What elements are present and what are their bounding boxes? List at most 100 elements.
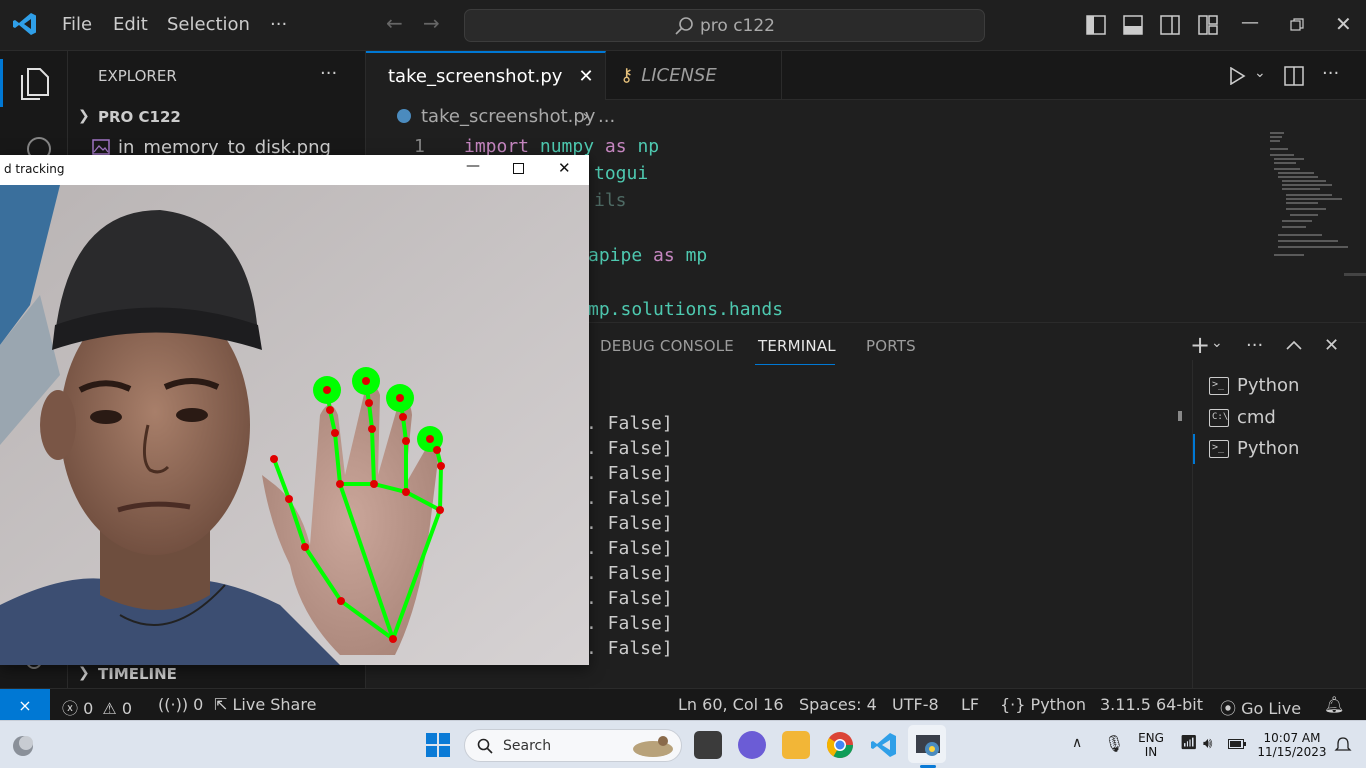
timeline-chevron-icon[interactable]: ❯ xyxy=(78,665,90,681)
camera-maximize-icon[interactable] xyxy=(513,163,524,174)
remote-icon: ⨯ xyxy=(18,695,32,715)
camera-close-icon[interactable]: ✕ xyxy=(558,159,571,177)
webcam-image xyxy=(0,185,589,665)
language-mode[interactable]: {·} Python xyxy=(1000,695,1086,714)
microphone-icon[interactable]: 🎙︎ xyxy=(1104,734,1124,753)
end-of-line[interactable]: LF xyxy=(961,695,979,714)
indentation[interactable]: Spaces: 4 xyxy=(799,695,877,714)
chat-app-icon[interactable] xyxy=(738,731,766,759)
editor-more-actions-icon[interactable]: ··· xyxy=(1322,63,1339,84)
cursor-position[interactable]: Ln 60, Col 16 xyxy=(678,695,784,714)
panel-more-icon[interactable]: ··· xyxy=(1246,335,1263,356)
forward-arrow-icon[interactable]: → xyxy=(423,11,440,35)
maximize-panel-chevron-up-icon[interactable] xyxy=(1286,339,1302,351)
command-center-text: pro c122 xyxy=(699,15,775,36)
close-window-icon[interactable]: ✕ xyxy=(1335,12,1352,36)
camera-window-titlebar[interactable]: d tracking — ✕ xyxy=(0,155,589,185)
toggle-panel-icon[interactable] xyxy=(1123,15,1143,35)
toggle-primary-sidebar-icon[interactable] xyxy=(1086,15,1106,35)
terminal-icon: >_ xyxy=(1209,376,1229,395)
minimize-icon[interactable]: — xyxy=(1241,12,1259,33)
camera-minimize-icon[interactable]: — xyxy=(466,158,480,174)
hand-tracking-window[interactable]: d tracking — ✕ xyxy=(0,155,589,665)
tab-terminal[interactable]: TERMINAL xyxy=(758,337,836,355)
menu-selection[interactable]: Selection xyxy=(167,14,250,35)
restore-icon[interactable] xyxy=(1290,18,1304,32)
active-tab-underline xyxy=(755,364,835,365)
braces-icon: {·} xyxy=(1000,695,1026,714)
tab-take-screenshot[interactable]: take_screenshot.py ✕ xyxy=(366,51,606,100)
input-language[interactable]: ENG IN xyxy=(1136,731,1166,759)
explorer-icon[interactable] xyxy=(18,67,50,101)
problems-indicator[interactable]: ⓧ 0 ⚠ 0 xyxy=(62,695,132,719)
split-editor-icon[interactable] xyxy=(1284,66,1304,86)
terminal-line: . False] xyxy=(586,588,673,609)
breadcrumb-symbol[interactable]: ... xyxy=(598,106,615,127)
breadcrumb-file[interactable]: take_screenshot.py xyxy=(421,106,595,127)
explorer-more-button[interactable]: ··· xyxy=(320,63,337,84)
menu-more[interactable]: ··· xyxy=(270,14,287,35)
terminal-scrollbar[interactable] xyxy=(1178,411,1182,421)
windows-start-icon[interactable] xyxy=(426,733,450,757)
tab-license[interactable]: ⚷ LICENSE xyxy=(606,51,782,100)
broadcast-live-icon: ⦿ xyxy=(1220,699,1237,718)
vscode-taskbar-icon[interactable] xyxy=(870,731,898,759)
close-tab-icon[interactable]: ✕ xyxy=(578,66,593,87)
code-line-1: import numpy as np xyxy=(464,136,660,157)
run-dropdown-chevron-icon[interactable]: ⌄ xyxy=(1254,65,1266,81)
terminal-line: . False] xyxy=(586,438,673,459)
camera-window-title: d tracking xyxy=(4,162,65,176)
new-terminal-plus-icon[interactable]: + xyxy=(1190,331,1210,359)
terminal-line: . False] xyxy=(586,613,673,634)
folder-pro-c122[interactable]: PRO C122 xyxy=(98,108,181,126)
active-indicator xyxy=(0,59,3,107)
terminal-line: . False] xyxy=(586,638,673,659)
taskbar-search[interactable]: Search xyxy=(464,729,682,762)
code-line-7: mp.solutions.hands xyxy=(588,299,784,320)
status-bar: ⨯ ⓧ 0 ⚠ 0 ((·)) 0 ⇱ Live Share Ln 60, Co… xyxy=(0,688,1366,721)
ports-indicator[interactable]: ((·)) 0 xyxy=(158,695,203,714)
back-arrow-icon[interactable]: ← xyxy=(386,11,403,35)
notifications-bell-icon[interactable]: 🔔︎ xyxy=(1324,695,1344,714)
timeline-section[interactable]: TIMELINE xyxy=(98,665,177,683)
python-taskbar-icon[interactable] xyxy=(914,731,942,759)
volume-icon[interactable]: 🔊︎ xyxy=(1203,734,1212,752)
tab-debug-console[interactable]: DEBUG CONSOLE xyxy=(600,337,734,355)
terminal-dropdown-chevron-icon[interactable]: ⌄ xyxy=(1211,335,1223,351)
wifi-icon[interactable]: 📶︎ xyxy=(1180,735,1198,751)
terminal-item-cmd[interactable]: C:\ cmd xyxy=(1209,407,1276,428)
notification-center-icon[interactable] xyxy=(1334,737,1352,753)
python-interpreter[interactable]: 3.11.5 64-bit xyxy=(1100,695,1203,714)
clock[interactable]: 10:07 AM 11/15/2023 xyxy=(1254,731,1330,759)
terminal-item-python-1[interactable]: >_ Python xyxy=(1209,375,1299,396)
editor-tabs: take_screenshot.py ✕ ⚷ LICENSE ⌄ ··· xyxy=(366,51,1366,100)
live-share-button[interactable]: ⇱ Live Share xyxy=(214,695,316,714)
terminal-item-python-2[interactable]: >_ Python xyxy=(1209,438,1299,459)
tab-ports[interactable]: PORTS xyxy=(866,337,916,355)
show-hidden-icons-chevron-icon[interactable]: ∧ xyxy=(1072,735,1082,751)
weather-widget-icon[interactable] xyxy=(10,733,36,759)
menu-edit[interactable]: Edit xyxy=(113,14,148,35)
command-center-search[interactable]: pro c122 xyxy=(464,9,985,42)
task-view-icon[interactable] xyxy=(694,731,722,759)
customize-layout-icon[interactable] xyxy=(1198,15,1218,35)
encoding[interactable]: UTF-8 xyxy=(892,695,939,714)
go-live-button[interactable]: ⦿ Go Live xyxy=(1220,695,1301,719)
line-number-1: 1 xyxy=(414,136,425,157)
folder-chevron-down-icon[interactable]: ❯ xyxy=(78,108,90,124)
battery-icon[interactable] xyxy=(1228,739,1246,749)
code-line-3: ils xyxy=(594,190,627,211)
terminal-list: >_ Python C:\ cmd >_ Python xyxy=(1192,360,1366,688)
toggle-secondary-sidebar-icon[interactable] xyxy=(1160,15,1180,35)
chrome-icon[interactable] xyxy=(826,731,854,759)
run-icon[interactable] xyxy=(1228,67,1246,85)
menu-file[interactable]: File xyxy=(62,14,92,35)
terminal-line: . False] xyxy=(586,413,673,434)
search-icon xyxy=(477,738,493,754)
remote-indicator-button[interactable]: ⨯ xyxy=(0,689,50,721)
minimap[interactable] xyxy=(1266,128,1350,268)
minimap-slider[interactable] xyxy=(1344,273,1366,276)
windows-taskbar: Search ∧ 🎙︎ ENG IN 📶︎ 🔊︎ 10:07 AM 11/15/20… xyxy=(0,720,1366,768)
file-explorer-icon[interactable] xyxy=(782,731,810,759)
close-panel-icon[interactable]: ✕ xyxy=(1324,335,1339,356)
